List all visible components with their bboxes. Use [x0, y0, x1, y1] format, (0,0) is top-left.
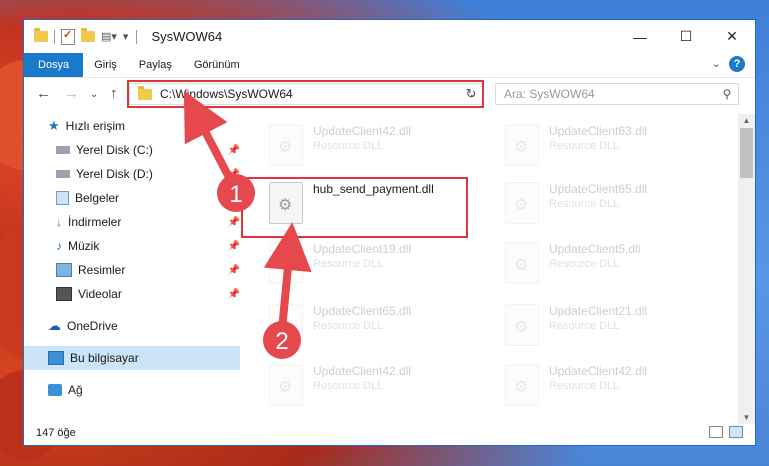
status-bar: 147 öğe [24, 421, 755, 445]
sidebar-item-music[interactable]: ♪ Müzik 📌 [24, 234, 248, 258]
sidebar-item-pictures[interactable]: Resimler 📌 [24, 258, 248, 282]
list-item[interactable]: UpdateClient65.dllResource DLL [505, 182, 725, 228]
dll-file-icon [505, 182, 539, 224]
pictures-icon [56, 263, 72, 277]
list-item[interactable]: UpdateClient19.dllResource DLL [269, 242, 489, 288]
cloud-icon: ☁ [48, 318, 61, 333]
film-icon [56, 287, 72, 301]
up-arrow-icon[interactable]: ↑ [110, 85, 118, 102]
list-item[interactable]: UpdateClient63.dllResource DLL [505, 124, 725, 170]
drive-icon [56, 170, 70, 178]
file-list: UpdateClient42.dllResource DLL UpdateCli… [239, 114, 729, 414]
sidebar-item-local-disk-d[interactable]: Yerel Disk (D:) 📌 [24, 162, 248, 186]
sidebar-item-this-pc[interactable]: Bu bilgisayar [24, 346, 240, 370]
tab-view[interactable]: Görünüm [183, 53, 251, 77]
maximize-button[interactable]: ☐ [663, 20, 709, 53]
sidebar-item-quick-access[interactable]: ★ Hızlı erişim [24, 114, 240, 138]
sidebar-item-documents[interactable]: Belgeler 📌 [24, 186, 248, 210]
music-note-icon: ♪ [56, 239, 62, 253]
scroll-up-icon[interactable]: ▲ [738, 116, 755, 125]
list-item[interactable]: UpdateClient42.dllResource DLL [269, 364, 489, 410]
list-item[interactable]: UpdateClient65.dllResource DLL [269, 304, 489, 350]
dll-file-icon [269, 124, 303, 166]
dll-file-icon [269, 242, 303, 284]
search-box[interactable]: Ara: SysWOW64 ⚲ [495, 83, 739, 105]
navigation-pane: ★ Hızlı erişim Yerel Disk (C:) 📌 Yerel D… [24, 114, 240, 414]
scrollbar-thumb[interactable] [740, 128, 753, 178]
tab-share[interactable]: Paylaş [128, 53, 183, 77]
minimize-button[interactable]: — [617, 20, 663, 53]
download-arrow-icon: ↓ [56, 215, 62, 229]
dll-file-icon [269, 304, 303, 346]
expand-ribbon-icon[interactable]: ⌄ [712, 57, 721, 70]
recent-locations-icon[interactable]: ⌄ [90, 89, 98, 100]
sidebar-item-onedrive[interactable]: ☁ OneDrive [24, 314, 240, 338]
folder-icon [34, 28, 48, 42]
title-bar: ▤▾ ▾ SysWOW64 — ☐ ✕ [24, 20, 755, 53]
search-icon: ⚲ [722, 87, 732, 101]
documents-icon [56, 191, 69, 205]
dll-file-icon [505, 304, 539, 346]
star-icon: ★ [48, 118, 60, 133]
vertical-scrollbar[interactable]: ▲ ▼ [738, 114, 755, 424]
drive-icon [56, 146, 70, 154]
dll-file-icon [269, 364, 303, 406]
list-item[interactable]: UpdateClient21.dllResource DLL [505, 304, 725, 350]
dll-file-icon [505, 242, 539, 284]
dll-file-icon [505, 364, 539, 406]
customize-toolbar-icon[interactable]: ▤▾ [101, 30, 117, 43]
close-button[interactable]: ✕ [709, 20, 755, 53]
address-highlight-box [127, 80, 484, 108]
details-view-icon[interactable] [709, 426, 723, 438]
ribbon-tabs: Dosya Giriş Paylaş Görünüm ⌄ ? [24, 53, 755, 78]
help-icon[interactable]: ? [729, 56, 745, 72]
tab-file[interactable]: Dosya [24, 53, 84, 77]
sidebar-item-videos[interactable]: Videolar 📌 [24, 282, 248, 306]
search-input[interactable]: Ara: SysWOW64 [504, 87, 716, 101]
window-title: SysWOW64 [151, 29, 223, 44]
list-item[interactable]: UpdateClient5.dllResource DLL [505, 242, 725, 288]
list-item[interactable]: UpdateClient42.dllResource DLL [269, 124, 489, 170]
dll-file-icon [505, 124, 539, 166]
large-icons-view-icon[interactable] [729, 426, 743, 438]
list-item[interactable]: UpdateClient42.dllResource DLL [505, 364, 725, 410]
network-icon [48, 384, 62, 396]
file-highlight-box [241, 177, 468, 238]
sidebar-item-network[interactable]: Ağ [24, 378, 240, 402]
new-folder-icon[interactable] [81, 28, 95, 42]
sidebar-item-downloads[interactable]: ↓ İndirmeler 📌 [24, 210, 248, 234]
properties-icon[interactable] [61, 28, 75, 45]
forward-arrow-icon[interactable]: → [64, 85, 79, 102]
computer-icon [48, 351, 64, 365]
item-count: 147 öğe [36, 427, 76, 439]
tab-home[interactable]: Giriş [83, 53, 128, 77]
quick-access-dropdown-icon[interactable]: ▾ [123, 30, 129, 43]
sidebar-item-local-disk-c[interactable]: Yerel Disk (C:) 📌 [24, 138, 248, 162]
back-arrow-icon[interactable]: ← [36, 85, 51, 102]
